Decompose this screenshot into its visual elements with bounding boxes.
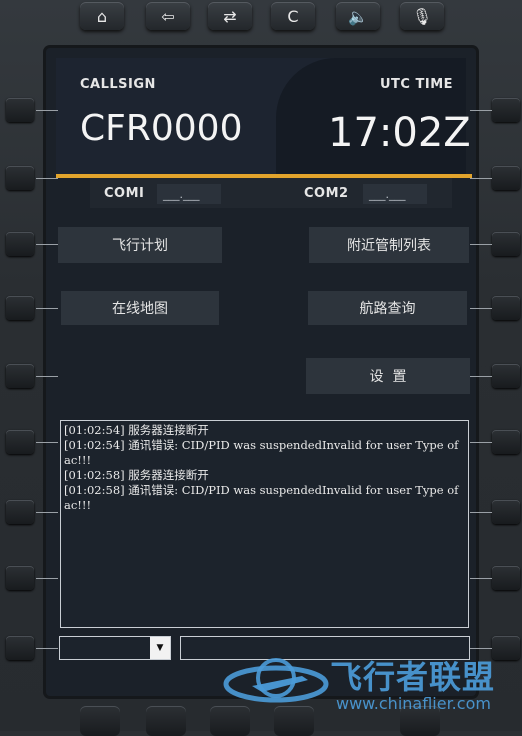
com1-label: COMI — [104, 186, 145, 201]
watermark-name: 飞行者联盟 — [330, 658, 496, 696]
lsk-indicator-line — [470, 244, 492, 245]
log-line: [01:02:54] 通讯错误: CID/PID was suspendedIn… — [64, 438, 463, 467]
clear-icon: C — [287, 6, 299, 26]
com2-frequency-field[interactable]: ___.___ — [363, 184, 427, 204]
lsk-indicator-line — [36, 578, 58, 579]
bottom-key-2[interactable] — [146, 706, 186, 736]
lsk-indicator-line — [470, 110, 492, 111]
com2-label: COM2 — [304, 186, 349, 201]
lsk-indicator-line — [470, 376, 492, 377]
speaker-icon: 🔈 — [348, 6, 368, 26]
lsk-indicator-line — [470, 578, 492, 579]
line-select-key-right-3[interactable] — [492, 232, 520, 256]
lsk-indicator-line — [470, 442, 492, 443]
clear-key[interactable]: C — [271, 2, 315, 30]
callsign-value: CFR0000 — [80, 108, 243, 149]
online-map-button[interactable]: 在线地图 — [61, 291, 219, 325]
log-line: [01:02:58] 服务器连接断开 — [64, 468, 209, 482]
back-arrow-icon: ⇦ — [161, 6, 175, 26]
utc-time-label: UTC TIME — [380, 77, 454, 92]
home-icon: ⌂ — [96, 6, 108, 26]
line-select-key-right-8[interactable] — [492, 566, 520, 590]
swap-icon: ⇄ — [223, 6, 237, 26]
line-select-key-right-9[interactable] — [492, 636, 520, 660]
speaker-key[interactable]: 🔈 — [336, 2, 380, 30]
lsk-indicator-line — [36, 308, 58, 309]
microphone-icon: 🎙 — [411, 6, 433, 26]
line-select-key-right-2[interactable] — [492, 166, 520, 190]
chevron-down-icon[interactable]: ▼ — [150, 637, 170, 659]
line-select-key-right-1[interactable] — [492, 98, 520, 122]
callsign-label: CALLSIGN — [80, 77, 156, 92]
lsk-indicator-line — [36, 110, 58, 111]
home-key[interactable]: ⌂ — [80, 2, 124, 30]
lsk-indicator-line — [470, 512, 492, 513]
route-query-button[interactable]: 航路查询 — [308, 291, 467, 325]
line-select-key-left-6[interactable] — [6, 430, 34, 454]
line-select-key-left-9[interactable] — [6, 636, 34, 660]
log-line: [01:02:58] 通讯错误: CID/PID was suspendedIn… — [64, 483, 463, 512]
airplane-logo-icon — [223, 658, 329, 703]
com1-frequency-field[interactable]: ___.___ — [157, 184, 221, 204]
lsk-indicator-line — [470, 178, 492, 179]
line-select-key-left-8[interactable] — [6, 566, 34, 590]
line-select-key-right-4[interactable] — [492, 296, 520, 320]
microphone-key[interactable]: 🎙 — [400, 2, 444, 30]
line-select-key-left-7[interactable] — [6, 500, 34, 524]
lsk-indicator-line — [36, 648, 58, 649]
line-select-key-left-4[interactable] — [6, 296, 34, 320]
line-select-key-left-3[interactable] — [6, 232, 34, 256]
bottom-key-1[interactable] — [80, 706, 120, 736]
flight-plan-button[interactable]: 飞行计划 — [58, 227, 222, 263]
lsk-indicator-line — [36, 178, 58, 179]
line-select-key-right-7[interactable] — [492, 500, 520, 524]
lsk-indicator-line — [470, 648, 492, 649]
swap-key[interactable]: ⇄ — [208, 2, 252, 30]
lsk-indicator-line — [36, 244, 58, 245]
back-key[interactable]: ⇦ — [146, 2, 190, 30]
line-select-key-left-1[interactable] — [6, 98, 34, 122]
lsk-indicator-line — [36, 442, 58, 443]
lsk-indicator-line — [470, 308, 492, 309]
line-select-key-left-2[interactable] — [6, 166, 34, 190]
message-log[interactable]: [01:02:54] 服务器连接断开 [01:02:54] 通讯错误: CID/P… — [60, 420, 469, 628]
line-select-key-right-5[interactable] — [492, 364, 520, 388]
line-select-key-left-5[interactable] — [6, 364, 34, 388]
lsk-indicator-line — [36, 376, 58, 377]
settings-button[interactable]: 设 置 — [306, 358, 470, 394]
lsk-indicator-line — [36, 512, 58, 513]
watermark-url: www.chinaflier.com — [336, 694, 491, 713]
line-select-key-right-6[interactable] — [492, 430, 520, 454]
nearby-atc-list-button[interactable]: 附近管制列表 — [309, 227, 469, 263]
channel-select[interactable]: ▼ — [59, 636, 171, 660]
log-line: [01:02:54] 服务器连接断开 — [64, 423, 209, 437]
utc-time-value: 17:02Z — [328, 110, 471, 156]
